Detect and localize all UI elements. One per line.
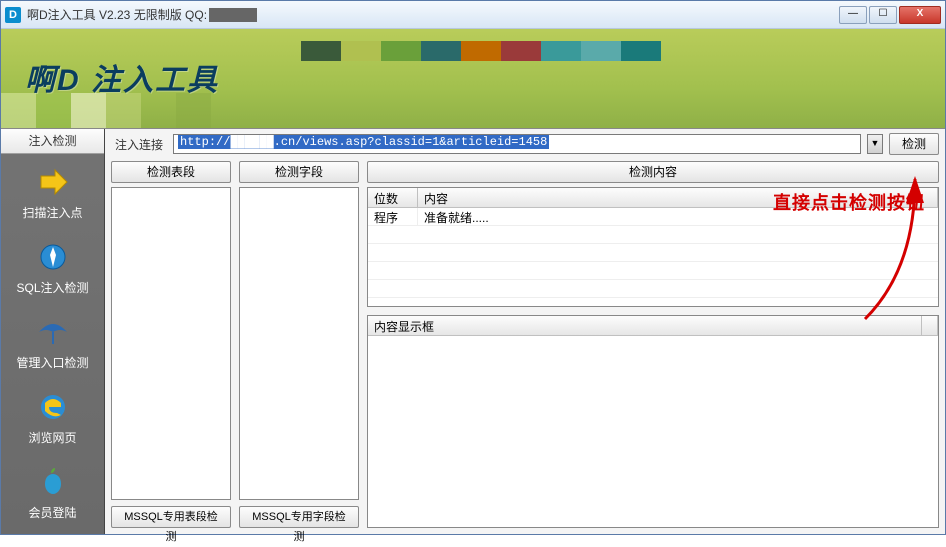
umbrella-icon [35, 314, 71, 350]
annotation-text: 直接点击检测按钮 [773, 189, 925, 215]
window-title: 啊D注入工具 V2.23 无限制版 QQ:xxxx [27, 6, 839, 23]
apple-icon [35, 464, 71, 500]
minimize-button[interactable]: — [839, 6, 867, 24]
banner: 啊D 注入工具 [1, 29, 945, 129]
close-button[interactable]: X [899, 6, 941, 24]
sidebar-item-sql[interactable]: SQL注入检测 [1, 239, 104, 296]
content-header-row: 内容显示框 [368, 316, 938, 336]
sidebar-item-label: 管理入口检测 [16, 354, 88, 371]
body-area: 注入检测 扫描注入点 SQL注入检测 管理入口检测 浏览网页 [1, 129, 945, 534]
detect-field-button[interactable]: 检测字段 [239, 161, 359, 183]
url-suffix: .cn/views.asp?classid=1&articleid=1458 [274, 135, 548, 149]
ie-icon [35, 389, 71, 425]
title-text: 啊D注入工具 V2.23 无限制版 QQ: [27, 8, 207, 22]
sidebar: 注入检测 扫描注入点 SQL注入检测 管理入口检测 浏览网页 [1, 129, 105, 534]
table-listbox[interactable] [111, 187, 231, 500]
main-panel: 注入连接 http://██████.cn/views.asp?classid=… [105, 129, 945, 534]
banner-title: 啊D 注入工具 [25, 55, 219, 99]
column-fields: 检测字段 MSSQL专用字段检测 [239, 161, 359, 528]
content-display-box[interactable]: 内容显示框 [367, 315, 939, 528]
column-tables: 检测表段 MSSQL专用表段检测 [111, 161, 231, 528]
sidebar-items: 扫描注入点 SQL注入检测 管理入口检测 浏览网页 会员登陆 [1, 154, 104, 539]
url-prefix: http:// [180, 135, 230, 149]
sidebar-tab-header[interactable]: 注入检测 [1, 129, 104, 154]
field-listbox[interactable] [239, 187, 359, 500]
content-header-spacer [922, 316, 938, 335]
sidebar-item-label: SQL注入检测 [16, 279, 88, 296]
detect-table-button[interactable]: 检测表段 [111, 161, 231, 183]
grid-header-col1[interactable]: 位数 [368, 188, 418, 207]
sidebar-item-label: 会员登陆 [28, 504, 76, 521]
detect-button[interactable]: 检测 [889, 133, 939, 155]
url-row: 注入连接 http://██████.cn/views.asp?classid=… [111, 133, 939, 155]
redacted-text: xxxx [209, 8, 257, 22]
sidebar-item-admin[interactable]: 管理入口检测 [1, 314, 104, 371]
column-content: 检测内容 位数 内容 程序 准备就绪..... [367, 161, 939, 528]
mssql-field-button[interactable]: MSSQL专用字段检测 [239, 506, 359, 528]
window-controls: — ☐ X [839, 6, 941, 24]
sidebar-item-login[interactable]: 会员登陆 [1, 464, 104, 521]
mssql-table-button[interactable]: MSSQL专用表段检测 [111, 506, 231, 528]
app-window: D 啊D注入工具 V2.23 无限制版 QQ:xxxx — ☐ X 啊D 注入工… [0, 0, 946, 535]
url-label: 注入连接 [111, 136, 167, 153]
titlebar[interactable]: D 啊D注入工具 V2.23 无限制版 QQ:xxxx — ☐ X [1, 1, 945, 29]
compass-icon [35, 239, 71, 275]
grid-cell: 程序 [368, 208, 418, 225]
arrow-right-icon [35, 164, 71, 200]
sidebar-item-label: 浏览网页 [28, 429, 76, 446]
decorative-blocks [301, 41, 661, 61]
sidebar-item-label: 扫描注入点 [22, 204, 82, 221]
maximize-button[interactable]: ☐ [869, 6, 897, 24]
detect-content-button[interactable]: 检测内容 [367, 161, 939, 183]
sidebar-item-browse[interactable]: 浏览网页 [1, 389, 104, 446]
url-dropdown-button[interactable]: ▼ [867, 134, 883, 154]
sidebar-item-scan[interactable]: 扫描注入点 [1, 164, 104, 221]
columns: 检测表段 MSSQL专用表段检测 检测字段 MSSQL专用字段检测 检测内容 位… [111, 161, 939, 528]
content-header[interactable]: 内容显示框 [368, 316, 922, 335]
url-input[interactable]: http://██████.cn/views.asp?classid=1&art… [173, 134, 861, 154]
app-icon: D [5, 7, 21, 23]
grid-body: 程序 准备就绪..... [368, 208, 938, 298]
